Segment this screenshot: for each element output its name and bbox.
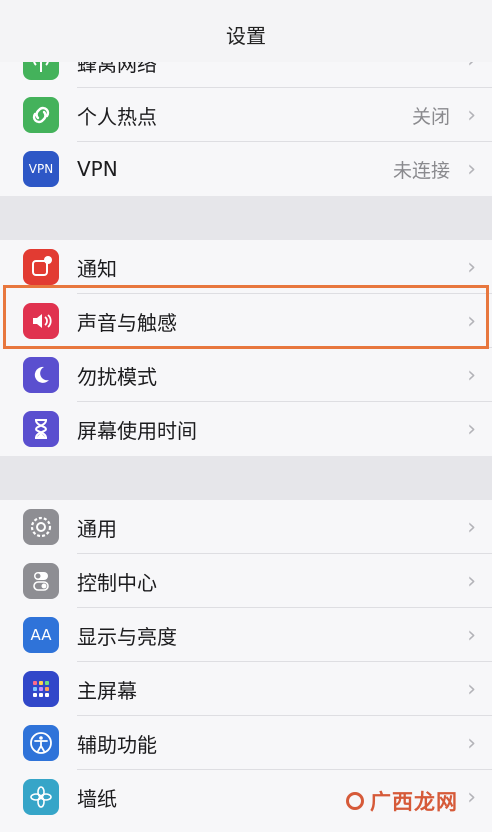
settings-row-display-brightness[interactable]: AA 显示与亮度 › (0, 608, 492, 662)
chevron-right-icon: › (467, 514, 476, 540)
text-size-icon: AA (23, 617, 59, 653)
notifications-group: 通知 › 声音与触感 › 勿扰模式 › 屏幕使用时间 › (0, 240, 492, 456)
settings-row-accessibility[interactable]: 辅助功能 › (0, 716, 492, 770)
row-label: 辅助功能 (77, 732, 157, 757)
chevron-right-icon: › (467, 308, 476, 334)
accessibility-icon (23, 725, 59, 761)
row-label: 勿扰模式 (77, 364, 157, 389)
watermark-text: 广西龙网 (370, 790, 458, 814)
speaker-icon (23, 303, 59, 339)
vpn-icon: VPN (23, 151, 59, 187)
chevron-right-icon: › (467, 416, 476, 442)
hotspot-status: 关闭 (411, 105, 450, 128)
row-label: 墙纸 (77, 786, 117, 811)
settings-row-sounds-haptics[interactable]: 声音与触感 › (0, 294, 492, 348)
settings-row-control-center[interactable]: 控制中心 › (0, 554, 492, 608)
chevron-right-icon: › (467, 156, 476, 182)
watermark: 广西龙网 (346, 786, 458, 816)
vpn-status: 未连接 (392, 159, 450, 182)
row-label: 声音与触感 (77, 310, 177, 335)
chevron-right-icon: › (467, 254, 476, 280)
gear-icon (23, 509, 59, 545)
settings-row-hotspot[interactable]: 个人热点 关闭 › (0, 88, 492, 142)
settings-row-notifications[interactable]: 通知 › (0, 240, 492, 294)
notifications-icon (23, 249, 59, 285)
settings-row-general[interactable]: 通用 › (0, 500, 492, 554)
row-label: 通用 (77, 516, 117, 541)
watermark-logo-icon (346, 792, 364, 810)
settings-row-do-not-disturb[interactable]: 勿扰模式 › (0, 348, 492, 402)
chevron-right-icon: › (467, 362, 476, 388)
toggles-icon (23, 563, 59, 599)
hourglass-icon (23, 411, 59, 447)
nav-bar: 设置 (0, 0, 492, 62)
row-label: VPN (77, 157, 118, 181)
chevron-right-icon: › (467, 102, 476, 128)
row-label: 控制中心 (77, 570, 157, 595)
chevron-right-icon: › (467, 622, 476, 648)
general-group: 通用 › 控制中心 › AA 显示与亮度 › 主屏幕 › 辅助功能 › 墙纸 › (0, 500, 492, 832)
moon-icon (23, 357, 59, 393)
settings-row-screen-time[interactable]: 屏幕使用时间 › (0, 402, 492, 456)
flower-icon (23, 779, 59, 815)
settings-row-home-screen[interactable]: 主屏幕 › (0, 662, 492, 716)
row-label: 显示与亮度 (77, 624, 177, 649)
page-title: 设置 (226, 23, 266, 48)
chevron-right-icon: › (467, 676, 476, 702)
chevron-right-icon: › (467, 784, 476, 810)
chevron-right-icon: › (467, 730, 476, 756)
home-grid-icon (23, 671, 59, 707)
hotspot-link-icon (23, 97, 59, 133)
row-label: 通知 (77, 256, 117, 281)
chevron-right-icon: › (467, 568, 476, 594)
settings-row-vpn[interactable]: VPN VPN 未连接 › (0, 142, 492, 196)
row-label: 屏幕使用时间 (77, 418, 197, 443)
row-label: 主屏幕 (77, 678, 137, 703)
row-label: 个人热点 (77, 104, 157, 129)
